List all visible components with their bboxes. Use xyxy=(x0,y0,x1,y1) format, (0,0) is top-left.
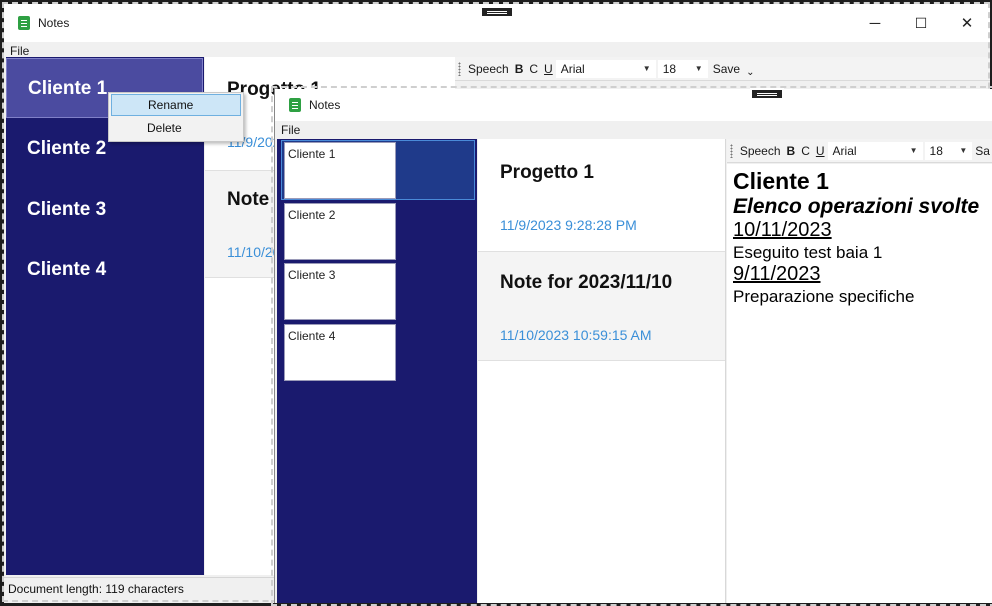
front-note-title-1: Progetto 1 xyxy=(500,162,594,183)
notes-app-icon xyxy=(18,16,30,30)
font-select-value: Arial xyxy=(560,61,585,76)
front-note-item-1[interactable]: Progetto 1 11/9/2023 9:28:28 PM xyxy=(478,139,725,251)
c-button[interactable]: C xyxy=(798,144,813,158)
c-button[interactable]: C xyxy=(526,62,541,76)
front-note-date-2: 11/10/2023 10:59:15 AM xyxy=(500,327,652,343)
speech-button[interactable]: Speech xyxy=(737,144,784,158)
file-menu[interactable]: File xyxy=(281,123,300,137)
document-text-2: Preparazione specifiche xyxy=(733,287,915,306)
document-length-status: Document length: 119 characters xyxy=(8,582,184,596)
notes-app-icon xyxy=(289,98,301,112)
size-select[interactable]: 18 ▼ xyxy=(924,141,973,160)
font-select[interactable]: Arial ▼ xyxy=(827,141,923,160)
document-heading: Cliente 1 xyxy=(733,168,829,194)
back-toolbar: Speech B C U Arial ▼ 18 ▼ Save ⌄ xyxy=(455,57,990,81)
front-note-title-2: Note for 2023/11/10 xyxy=(500,272,673,293)
client-thumb-4[interactable]: Cliente 4 xyxy=(284,324,396,381)
toolbar-grip-icon[interactable] xyxy=(730,143,733,158)
document-editor[interactable]: Cliente 1 Elenco operazioni svolte 10/11… xyxy=(727,164,992,603)
document-subheading: Elenco operazioni svolte xyxy=(733,195,980,218)
status-bar: Document length: 119 characters xyxy=(4,577,274,599)
close-button[interactable]: ✕ xyxy=(944,4,990,42)
front-note-date-1: 11/9/2023 9:28:28 PM xyxy=(500,217,637,233)
document-text-1: Eseguito test baia 1 xyxy=(733,243,883,262)
back-window-title: Notes xyxy=(38,16,70,30)
document-date-2: 9/11/2023 xyxy=(733,263,821,285)
client-context-menu: Rename Delete xyxy=(108,92,244,142)
document-date-1: 10/11/2023 xyxy=(733,219,832,241)
speech-button[interactable]: Speech xyxy=(465,62,512,76)
front-window-drag-handle-icon[interactable] xyxy=(750,88,784,100)
front-window-title: Notes xyxy=(309,98,341,112)
rename-menu-item[interactable]: Rename xyxy=(111,94,241,116)
toolbar-grip-icon[interactable] xyxy=(458,61,461,76)
client-thumb-1[interactable]: Cliente 1 xyxy=(284,142,396,199)
dropdown-arrow-icon: ▼ xyxy=(694,64,703,73)
back-window-drag-handle-icon[interactable] xyxy=(480,6,514,18)
toolbar-overflow-icon[interactable]: ⌄ xyxy=(743,67,757,78)
client-thumb-3[interactable]: Cliente 3 xyxy=(284,263,396,320)
front-toolbar: Speech B C U Arial ▼ 18 ▼ Sa xyxy=(727,139,992,163)
file-menu[interactable]: File xyxy=(10,44,29,58)
dropdown-arrow-icon: ▼ xyxy=(642,64,651,73)
font-select[interactable]: Arial ▼ xyxy=(555,59,656,78)
size-select-value: 18 xyxy=(929,143,943,158)
client-item-3[interactable]: Cliente 3 xyxy=(6,180,203,240)
save-button[interactable]: Save xyxy=(710,62,743,76)
dropdown-arrow-icon: ▼ xyxy=(909,146,918,155)
front-window-titlebar[interactable]: Notes xyxy=(275,89,992,121)
delete-menu-item[interactable]: Delete xyxy=(111,117,241,139)
underline-button[interactable]: U xyxy=(541,62,556,76)
size-select-value: 18 xyxy=(662,61,677,76)
bold-button[interactable]: B xyxy=(784,144,799,158)
font-select-value: Arial xyxy=(832,143,857,158)
client-thumb-2[interactable]: Cliente 2 xyxy=(284,203,396,260)
underline-button[interactable]: U xyxy=(813,144,828,158)
bold-button[interactable]: B xyxy=(512,62,527,76)
front-client-sidebar: Cliente 1 Cliente 2 Cliente 3 Cliente 4 xyxy=(277,139,477,603)
size-select[interactable]: 18 ▼ xyxy=(657,59,708,78)
maximize-button[interactable]: ☐ xyxy=(898,4,944,42)
minimize-button[interactable]: ─ xyxy=(852,4,898,42)
dropdown-arrow-icon: ▼ xyxy=(959,146,968,155)
front-note-item-2[interactable]: Note for 2023/11/10 11/10/2023 10:59:15 … xyxy=(478,251,725,361)
save-button[interactable]: Sa xyxy=(972,144,992,158)
front-notes-list: Progetto 1 11/9/2023 9:28:28 PM Note for… xyxy=(478,139,726,603)
front-window: Notes File Cliente 1 Cliente 2 Cliente 3… xyxy=(274,89,992,603)
front-menubar: File xyxy=(275,121,992,139)
client-item-4[interactable]: Cliente 4 xyxy=(6,240,203,300)
